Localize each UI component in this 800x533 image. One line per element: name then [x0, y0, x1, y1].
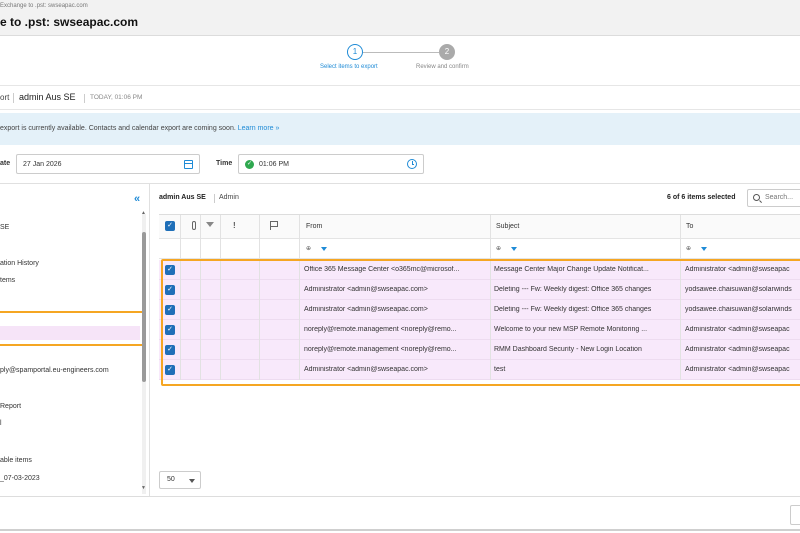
time-field[interactable]: ✓ 01:06 PM	[238, 154, 424, 174]
selection-highlight	[0, 311, 144, 346]
divider	[13, 93, 14, 103]
step-2-label: Review and confirm	[416, 64, 469, 70]
filter-icon[interactable]: ⊕	[306, 245, 311, 252]
divider	[84, 94, 85, 103]
column-header-subject[interactable]: Subject	[496, 223, 519, 230]
grid-filter-row: ⊕ ⊕ ⊕	[159, 239, 800, 259]
check-icon: ✓	[245, 160, 254, 169]
time-label: Time	[216, 160, 233, 167]
page-size-value: 50	[167, 476, 175, 483]
footer-button[interactable]	[790, 505, 800, 525]
search-input[interactable]: Search...	[747, 189, 800, 207]
clock-icon[interactable]	[407, 159, 417, 169]
date-label: ate	[0, 160, 11, 167]
learn-more-link[interactable]: Learn more »	[238, 125, 280, 132]
date-value: 27 Jan 2026	[23, 161, 62, 168]
tree-item[interactable]: _07-03-2023	[0, 475, 40, 482]
tree-item[interactable]: SE	[0, 224, 9, 231]
scroll-up-icon[interactable]: ▲	[141, 210, 146, 216]
window-titlebar: Exchange to .pst: swseapac.com e to .pst…	[0, 0, 800, 36]
collapse-panel-icon[interactable]: «	[134, 193, 140, 205]
breadcrumb: Exchange to .pst: swseapac.com	[0, 3, 88, 9]
importance-icon: !	[233, 221, 236, 230]
flag-icon	[270, 221, 278, 230]
datetime-bar: ate 27 Jan 2026 Time ✓ 01:06 PM	[0, 150, 800, 180]
tree-item[interactable]: able items	[0, 457, 32, 464]
tree-item[interactable]: ply@spamportal.eu-engineers.com	[0, 367, 109, 374]
date-field[interactable]: 27 Jan 2026	[16, 154, 200, 174]
column-header-from[interactable]: From	[306, 223, 322, 230]
select-all-checkbox[interactable]: ✓	[165, 221, 175, 231]
rows-highlight	[161, 259, 800, 386]
filter-icon[interactable]: ⊕	[686, 245, 691, 252]
selection-count: 6 of 6 items selected	[667, 194, 736, 201]
calendar-icon[interactable]	[184, 160, 193, 169]
mailbox-subtitle: Admin	[219, 194, 239, 201]
info-message: export is currently available. Contacts …	[0, 125, 236, 132]
chevron-down-icon[interactable]	[701, 247, 707, 251]
divider	[0, 529, 800, 531]
scroll-down-icon[interactable]: ▼	[141, 485, 146, 491]
search-icon	[753, 194, 760, 201]
export-label: ort	[0, 93, 10, 102]
folder-tree: « SE ation History tems ply@spamportal.e…	[0, 184, 150, 496]
sidebar-scrollbar-thumb[interactable]	[142, 232, 146, 382]
time-value: 01:06 PM	[259, 161, 289, 168]
mailbox-title: admin Aus SE	[159, 194, 206, 201]
items-panel: admin Aus SE Admin 6 of 6 items selected…	[151, 184, 800, 496]
step-1-indicator[interactable]: 1	[347, 44, 363, 60]
info-text: export is currently available. Contacts …	[0, 125, 279, 132]
filter-icon[interactable]	[206, 222, 214, 227]
chevron-down-icon[interactable]	[321, 247, 327, 251]
tree-item[interactable]: ation History	[0, 260, 39, 267]
footer	[0, 496, 800, 533]
search-placeholder: Search...	[765, 194, 794, 201]
filter-icon[interactable]: ⊕	[496, 245, 501, 252]
export-user: admin Aus SE	[19, 92, 76, 102]
chevron-down-icon[interactable]	[511, 247, 517, 251]
window-title: e to .pst: swseapac.com	[0, 15, 139, 29]
tree-item[interactable]: l	[0, 420, 2, 427]
divider	[214, 194, 215, 203]
grid-header: ✓ ! From Subject To	[159, 215, 800, 239]
info-banner: export is currently available. Contacts …	[0, 113, 800, 145]
tree-item[interactable]: tems	[0, 277, 15, 284]
chevron-down-icon	[189, 479, 195, 483]
items-grid: ✓ ! From Subject To ⊕ ⊕ ⊕ ✓ Office 365 M…	[159, 214, 800, 386]
wizard-stepper: 1 2 Select items to export Review and co…	[0, 36, 800, 86]
step-1-label: Select items to export	[320, 64, 378, 70]
step-2-indicator[interactable]: 2	[439, 44, 455, 60]
export-time: TODAY, 01:06 PM	[90, 94, 143, 101]
step-connector	[363, 52, 439, 53]
column-header-to[interactable]: To	[686, 223, 693, 230]
export-header: ort admin Aus SE TODAY, 01:06 PM	[0, 86, 800, 110]
tree-item[interactable]: Report	[0, 403, 21, 410]
attachment-icon	[192, 221, 196, 230]
page-size-select[interactable]: 50	[159, 471, 201, 489]
